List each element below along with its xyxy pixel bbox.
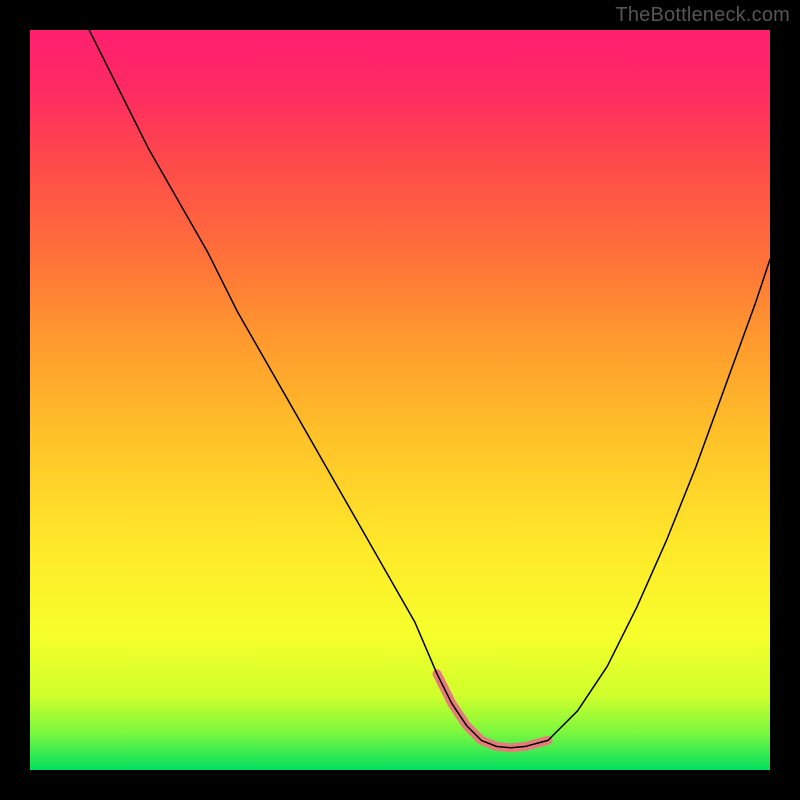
watermark-text: TheBottleneck.com xyxy=(615,4,790,27)
chart-svg xyxy=(30,30,770,770)
bottleneck-curve xyxy=(89,30,770,748)
chart-frame: TheBottleneck.com xyxy=(0,0,800,800)
plot-area xyxy=(30,30,770,770)
optimal-zone-highlight xyxy=(437,674,548,748)
